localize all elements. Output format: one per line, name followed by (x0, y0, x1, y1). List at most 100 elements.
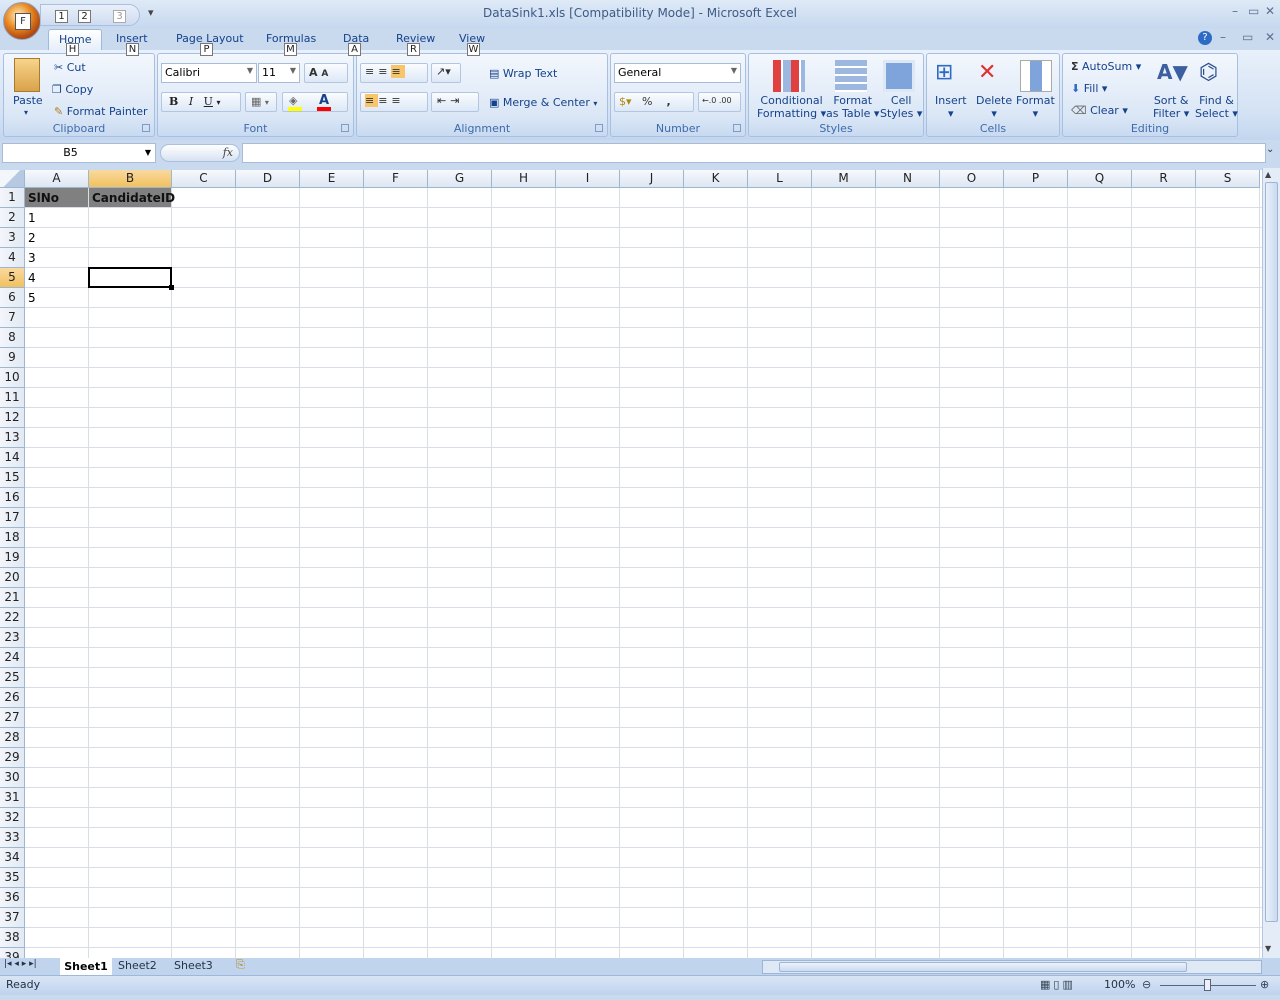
sort-filter-button[interactable]: Sort & Filter ▾ (1153, 94, 1189, 120)
horizontal-scrollbar[interactable] (762, 960, 1262, 974)
row-header-6[interactable]: 6 (0, 288, 25, 308)
cell-a4[interactable]: 3 (25, 248, 88, 267)
row-header-4[interactable]: 4 (0, 248, 25, 268)
help-icon[interactable]: ? (1198, 31, 1212, 45)
wrap-text-button[interactable]: ▤ Wrap Text (489, 67, 557, 80)
format-painter-button[interactable]: ✎ Format Painter (54, 105, 148, 118)
row-header-12[interactable]: 12 (0, 408, 25, 428)
row-header-1[interactable]: 1 (0, 188, 25, 208)
decimal-buttons[interactable]: ←.0 .00 (698, 92, 741, 112)
expand-formula-bar-button[interactable]: ⌄ (1266, 144, 1274, 155)
dialog-launcher-icon[interactable] (733, 124, 741, 132)
row-header-25[interactable]: 25 (0, 668, 25, 688)
column-header-n[interactable]: N (876, 170, 940, 188)
column-header-b[interactable]: B (89, 170, 172, 188)
font-size-dropdown[interactable]: 11 ▼ (258, 63, 300, 83)
column-header-r[interactable]: R (1132, 170, 1196, 188)
fill-handle[interactable] (169, 285, 174, 290)
sheet-tab-sheet3[interactable]: Sheet3 (174, 959, 213, 972)
autosum-button[interactable]: Σ AutoSum ▾ (1071, 60, 1141, 73)
column-header-m[interactable]: M (812, 170, 876, 188)
row-header-24[interactable]: 24 (0, 648, 25, 668)
cell-a6[interactable]: 5 (25, 288, 88, 307)
column-header-g[interactable]: G (428, 170, 492, 188)
comma-button[interactable]: , (666, 95, 670, 108)
clear-button[interactable]: ⌫ Clear ▾ (1071, 104, 1128, 117)
conditional-formatting-button[interactable]: Conditional Formatting ▾ (757, 94, 826, 120)
underline-button[interactable]: U (204, 95, 213, 108)
accounting-format-button[interactable]: $▾ (619, 95, 632, 108)
column-header-c[interactable]: C (172, 170, 236, 188)
cell-a5[interactable]: 4 (25, 268, 88, 287)
column-header-k[interactable]: K (684, 170, 748, 188)
copy-button[interactable]: ❐ Copy (52, 83, 93, 96)
column-header-s[interactable]: S (1196, 170, 1260, 188)
cell-b1[interactable]: CandidateID (89, 188, 175, 207)
dialog-launcher-icon[interactable] (142, 124, 150, 132)
row-header-20[interactable]: 20 (0, 568, 25, 588)
scroll-down-button[interactable]: ▼ (1265, 944, 1271, 953)
maximize-button[interactable]: ▭ (1248, 4, 1259, 18)
horizontal-scroll-thumb[interactable] (779, 962, 1187, 972)
number-format-dropdown[interactable]: General ▼ (614, 63, 741, 83)
column-header-i[interactable]: I (556, 170, 620, 188)
row-header-17[interactable]: 17 (0, 508, 25, 528)
column-header-f[interactable]: F (364, 170, 428, 188)
cut-button[interactable]: ✂ Cut (54, 61, 86, 74)
row-header-38[interactable]: 38 (0, 928, 25, 948)
percent-button[interactable]: % (642, 95, 652, 108)
row-header-2[interactable]: 2 (0, 208, 25, 228)
paste-button[interactable]: Paste (13, 94, 43, 107)
row-header-37[interactable]: 37 (0, 908, 25, 928)
font-color-button[interactable]: A (319, 93, 329, 108)
zoom-slider-thumb[interactable] (1204, 979, 1211, 991)
row-header-27[interactable]: 27 (0, 708, 25, 728)
cell-a2[interactable]: 1 (25, 208, 88, 227)
close-button[interactable]: ✕ (1265, 4, 1275, 18)
row-header-23[interactable]: 23 (0, 628, 25, 648)
sheet-nav-buttons[interactable]: |◂ ◂ ▸ ▸| (4, 959, 37, 969)
row-header-13[interactable]: 13 (0, 428, 25, 448)
font-name-dropdown[interactable]: Calibri ▼ (161, 63, 257, 83)
row-header-32[interactable]: 32 (0, 808, 25, 828)
row-header-14[interactable]: 14 (0, 448, 25, 468)
row-header-30[interactable]: 30 (0, 768, 25, 788)
column-header-d[interactable]: D (236, 170, 300, 188)
row-header-34[interactable]: 34 (0, 848, 25, 868)
vertical-align-buttons[interactable]: ≡≡≡ (360, 63, 428, 83)
view-buttons[interactable]: ▦▯▥ (1040, 978, 1076, 991)
insert-function-button[interactable]: fx (223, 146, 233, 159)
workbook-close-button[interactable]: ✕ (1265, 30, 1275, 44)
indent-buttons[interactable]: ⇤⇥ (431, 92, 479, 112)
row-header-10[interactable]: 10 (0, 368, 25, 388)
column-header-o[interactable]: O (940, 170, 1004, 188)
workbook-restore-button[interactable]: ▭ (1242, 30, 1253, 44)
insert-sheet-button[interactable]: ⎘ (236, 958, 245, 972)
column-header-l[interactable]: L (748, 170, 812, 188)
row-header-21[interactable]: 21 (0, 588, 25, 608)
fill-button[interactable]: ⬇ Fill ▾ (1071, 82, 1107, 95)
insert-cells-button[interactable]: Insert ▾ (935, 94, 967, 120)
cell-a3[interactable]: 2 (25, 228, 88, 247)
row-header-29[interactable]: 29 (0, 748, 25, 768)
row-header-35[interactable]: 35 (0, 868, 25, 888)
column-header-q[interactable]: Q (1068, 170, 1132, 188)
minimize-button[interactable]: – (1232, 4, 1238, 18)
sheet-tab-sheet2[interactable]: Sheet2 (118, 959, 157, 972)
format-cells-button[interactable]: Format ▾ (1016, 94, 1055, 120)
name-box[interactable]: B5 ▼ (2, 143, 156, 163)
cell-styles-button[interactable]: Cell Styles ▾ (880, 94, 922, 120)
cell-a1[interactable]: SlNo (25, 188, 88, 207)
row-header-11[interactable]: 11 (0, 388, 25, 408)
row-header-15[interactable]: 15 (0, 468, 25, 488)
grow-font-button[interactable]: A (309, 66, 318, 79)
find-select-button[interactable]: Find & Select ▾ (1195, 94, 1238, 120)
fill-color-button[interactable]: ◈ (289, 94, 297, 107)
dialog-launcher-icon[interactable] (341, 124, 349, 132)
row-header-8[interactable]: 8 (0, 328, 25, 348)
row-header-5[interactable]: 5 (0, 268, 25, 288)
delete-cells-button[interactable]: Delete ▾ (976, 94, 1012, 120)
row-header-9[interactable]: 9 (0, 348, 25, 368)
scroll-thumb[interactable] (1265, 182, 1278, 922)
sheet-tab-sheet1[interactable]: Sheet1 (60, 958, 112, 975)
